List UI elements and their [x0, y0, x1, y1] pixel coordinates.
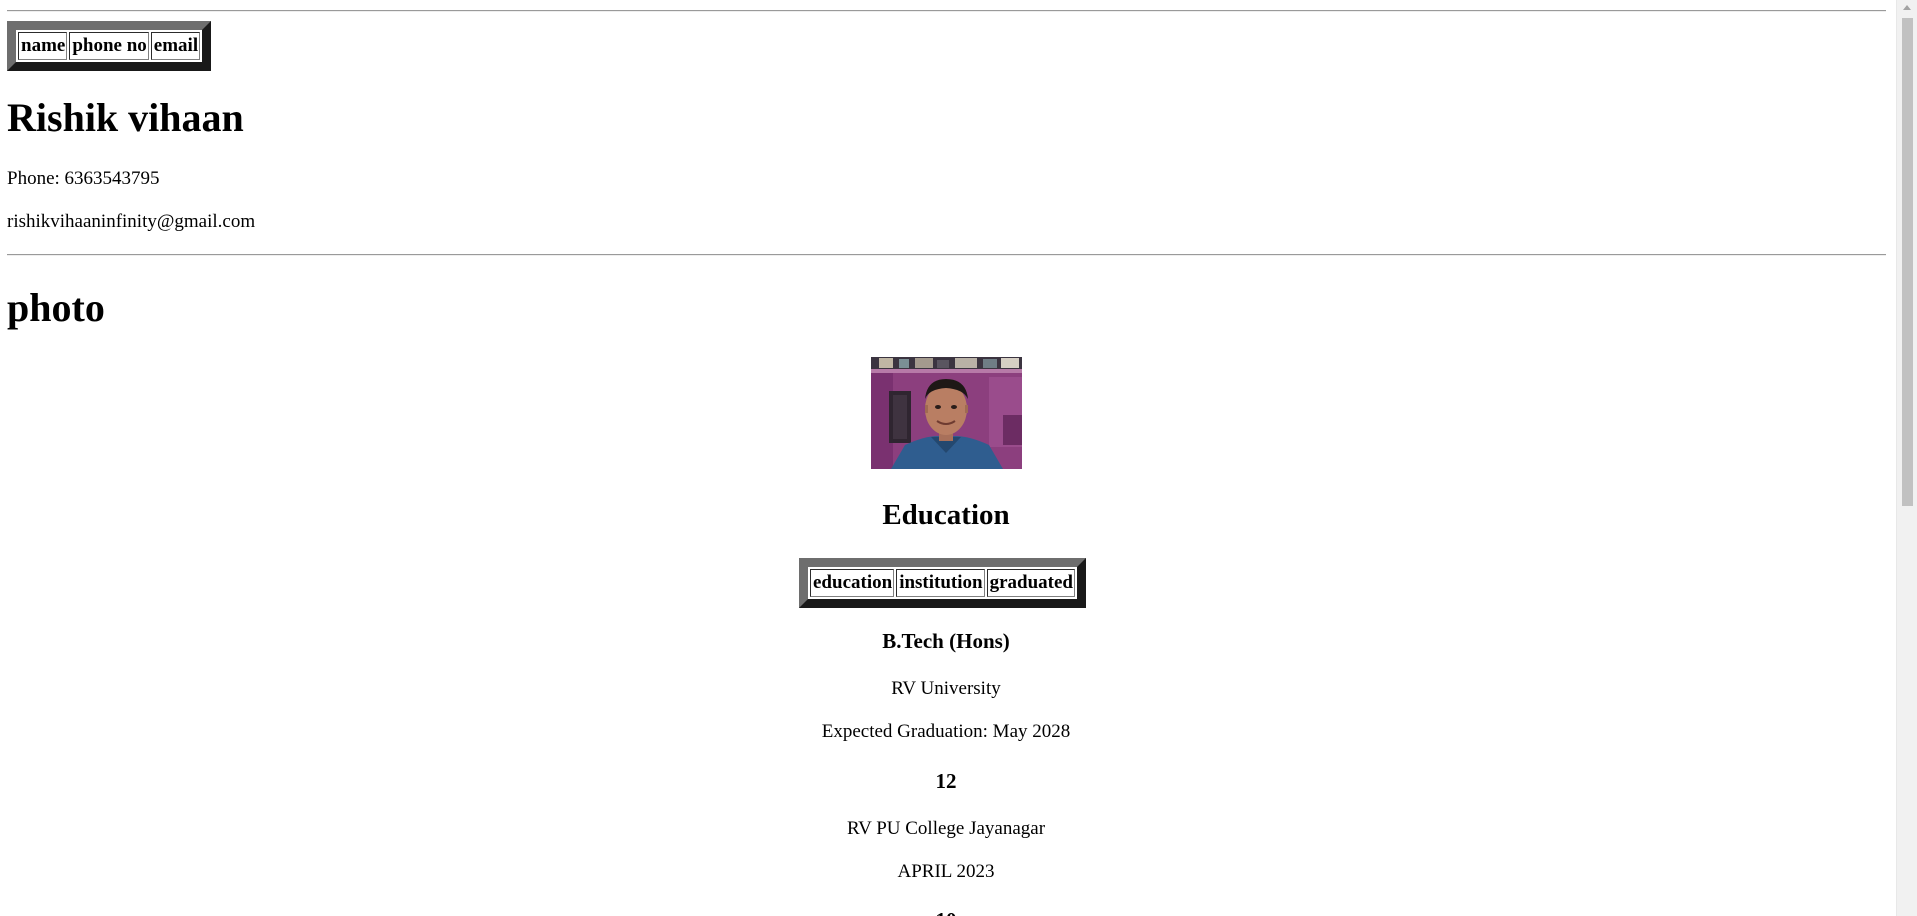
header-name-cell: name [18, 32, 68, 60]
header-email-cell: email [150, 32, 201, 60]
contact-header-table: name phone no email [7, 21, 212, 71]
institution-text: RV University [891, 678, 1001, 699]
photo-heading: photo [7, 285, 105, 330]
institution-col-cell: institution [896, 569, 985, 597]
graduation-text: Expected Graduation: May 2028 [821, 721, 1071, 742]
degree-heading: 12 [935, 769, 957, 793]
vertical-scrollbar[interactable] [1896, 0, 1917, 916]
institution-text: RV PU College Jayanagar [846, 818, 1046, 839]
scroll-up-arrow-icon[interactable] [1903, 5, 1911, 10]
email-text: rishikvihaaninfinity@gmail.com [7, 211, 256, 232]
page-content: name phone no email Rishik vihaan Phone:… [0, 0, 1896, 916]
education-heading: Education [882, 499, 1010, 531]
education-header-table: education institution graduated [799, 558, 1087, 608]
scrollbar-thumb[interactable] [1902, 18, 1913, 506]
profile-photo [871, 357, 1022, 469]
degree-heading: 10 [0, 907, 1892, 916]
phone-text: Phone: 6363543795 [7, 168, 160, 189]
graduation-text: APRIL 2023 [897, 861, 995, 882]
education-col-cell: education [810, 569, 895, 597]
top-divider [7, 10, 1886, 12]
header-phone-cell: phone no [69, 32, 149, 60]
profile-name-heading: Rishik vihaan [7, 95, 244, 140]
section-divider [7, 254, 1886, 256]
degree-heading: B.Tech (Hons) [882, 629, 1010, 653]
graduated-col-cell: graduated [986, 569, 1076, 597]
